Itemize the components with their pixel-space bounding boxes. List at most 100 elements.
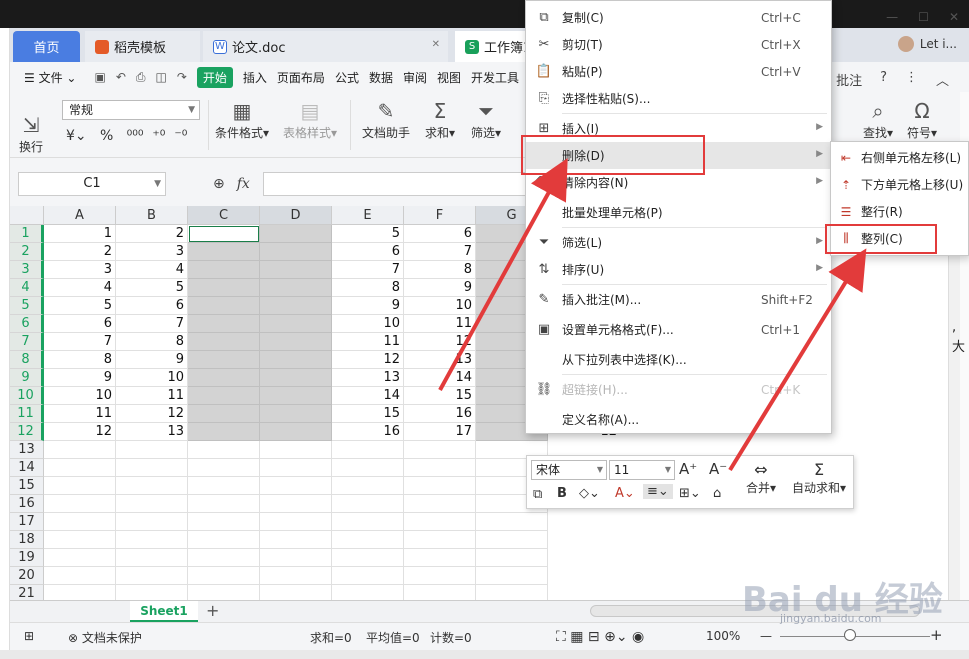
cell[interactable]: 4 <box>44 279 116 297</box>
submenu-item[interactable]: ⇡ 下方单元格上移(U) <box>831 171 968 198</box>
cell[interactable]: 1 <box>44 225 116 243</box>
context-menu-item[interactable]: 📋 粘贴(P) Ctrl+V <box>526 58 831 85</box>
symbol-button[interactable]: Ω 符号▾ <box>900 98 944 141</box>
row-header[interactable]: 12 <box>10 423 44 441</box>
table-style-button[interactable]: ▤ 表格样式▾ <box>278 98 342 141</box>
menu-view[interactable]: 视图 <box>437 69 461 86</box>
doc-helper-button[interactable]: ✎ 文档助手 <box>356 98 416 141</box>
conditional-format-button[interactable]: ▦ 条件格式▾ <box>214 98 270 141</box>
help-icon[interactable]: ? <box>880 70 887 89</box>
percent-icon[interactable]: % <box>100 128 113 144</box>
tab-home[interactable]: 首页 <box>13 31 80 62</box>
cell[interactable] <box>116 477 188 495</box>
context-menu-item[interactable]: ✂ 剪切(T) Ctrl+X <box>526 31 831 58</box>
cell[interactable] <box>44 531 116 549</box>
decrease-font-icon[interactable]: A⁻ <box>709 460 727 478</box>
cell[interactable]: 16 <box>332 423 404 441</box>
cell[interactable]: 10 <box>332 315 404 333</box>
row-header[interactable]: 18 <box>10 531 44 549</box>
context-menu-item[interactable]: 定义名称(A)... <box>526 406 831 433</box>
cell[interactable] <box>404 477 476 495</box>
row-header[interactable]: 6 <box>10 315 44 333</box>
row-header[interactable]: 7 <box>10 333 44 351</box>
cell[interactable]: 6 <box>44 315 116 333</box>
cell[interactable]: 13 <box>116 423 188 441</box>
cell[interactable] <box>44 513 116 531</box>
row-header[interactable]: 16 <box>10 495 44 513</box>
cell[interactable] <box>116 549 188 567</box>
cell[interactable]: 10 <box>116 369 188 387</box>
cell[interactable] <box>332 495 404 513</box>
number-format-select[interactable]: 常规 ▼ <box>62 100 200 120</box>
cell[interactable] <box>260 567 332 585</box>
cell[interactable] <box>188 297 260 315</box>
menu-start[interactable]: 开始 <box>196 66 233 88</box>
filter-button[interactable]: ⏷ 筛选▾ <box>466 98 506 141</box>
cell[interactable] <box>260 441 332 459</box>
add-sheet-icon[interactable]: + <box>206 601 219 621</box>
redo-icon[interactable]: ↷ <box>177 70 187 84</box>
cell[interactable] <box>188 351 260 369</box>
cell[interactable] <box>44 567 116 585</box>
cell[interactable] <box>476 549 548 567</box>
cell[interactable]: 5 <box>44 297 116 315</box>
find-button[interactable]: ⌕ 查找▾ <box>858 98 898 141</box>
row-header[interactable]: 4 <box>10 279 44 297</box>
cell[interactable]: 14 <box>332 387 404 405</box>
cell[interactable] <box>188 225 260 243</box>
cell[interactable]: 5 <box>116 279 188 297</box>
row-header[interactable]: 17 <box>10 513 44 531</box>
zoom-out-icon[interactable]: — <box>760 629 772 643</box>
cell[interactable] <box>404 495 476 513</box>
context-menu-item[interactable]: ⧉ 复制(C) Ctrl+C <box>526 4 831 31</box>
autosum-button[interactable]: Σ 自动求和▾ <box>789 460 849 496</box>
cell[interactable] <box>188 279 260 297</box>
fx-icon[interactable]: fx <box>237 176 250 192</box>
context-menu-item[interactable]: ⇅ 排序(U) ▶ <box>526 256 831 283</box>
column-header-e[interactable]: E <box>332 206 404 225</box>
cell[interactable] <box>188 423 260 441</box>
cell[interactable]: 10 <box>404 297 476 315</box>
cell[interactable]: 11 <box>116 387 188 405</box>
cell[interactable] <box>116 531 188 549</box>
cell[interactable]: 9 <box>44 369 116 387</box>
row-header[interactable]: 9 <box>10 369 44 387</box>
menu-data[interactable]: 数据 <box>369 69 393 86</box>
preview-icon[interactable]: ◫ <box>155 70 166 84</box>
cell[interactable]: 9 <box>332 297 404 315</box>
cell[interactable]: 12 <box>116 405 188 423</box>
thousands-icon[interactable]: ⁰⁰⁰ <box>127 128 144 144</box>
cell[interactable] <box>332 459 404 477</box>
cell[interactable] <box>404 531 476 549</box>
row-header[interactable]: 11 <box>10 405 44 423</box>
cell[interactable] <box>260 369 332 387</box>
formula-input[interactable] <box>263 172 543 196</box>
collapse-ribbon-icon[interactable]: ︿ <box>936 70 949 89</box>
cell[interactable]: 7 <box>332 261 404 279</box>
cell[interactable] <box>44 477 116 495</box>
context-menu-item[interactable]: ▣ 设置单元格格式(F)... Ctrl+1 <box>526 316 831 343</box>
undo-icon[interactable]: ↶ <box>116 70 126 84</box>
column-header-b[interactable]: B <box>116 206 188 225</box>
cell[interactable]: 17 <box>404 423 476 441</box>
decrease-decimal-icon[interactable]: ⁻⁰ <box>174 128 187 144</box>
cell[interactable] <box>116 495 188 513</box>
font-family-select[interactable]: 宋体 ▼ <box>531 460 607 480</box>
cell[interactable] <box>188 405 260 423</box>
cell[interactable] <box>188 243 260 261</box>
cell[interactable]: 14 <box>404 369 476 387</box>
close-icon[interactable]: ✕ <box>432 39 440 50</box>
format-painter-icon[interactable]: ⧉ <box>533 487 542 502</box>
cell[interactable] <box>404 513 476 531</box>
save-icon[interactable]: ▣ <box>94 70 105 84</box>
align-center-icon[interactable]: ≡⌄ <box>643 484 673 499</box>
cell[interactable] <box>116 567 188 585</box>
cell[interactable] <box>332 531 404 549</box>
merge-button[interactable]: ⇔ 合并▾ <box>741 460 781 496</box>
status-layout-icon[interactable]: ⊞ <box>24 629 34 643</box>
zoom-formula-icon[interactable]: ⊕ <box>213 176 225 192</box>
context-menu-item[interactable]: 批量处理单元格(P) <box>526 199 831 226</box>
clear-format-icon[interactable]: ⌂ <box>713 486 721 501</box>
name-box[interactable]: C1 ▼ <box>18 172 166 196</box>
cell[interactable] <box>188 387 260 405</box>
